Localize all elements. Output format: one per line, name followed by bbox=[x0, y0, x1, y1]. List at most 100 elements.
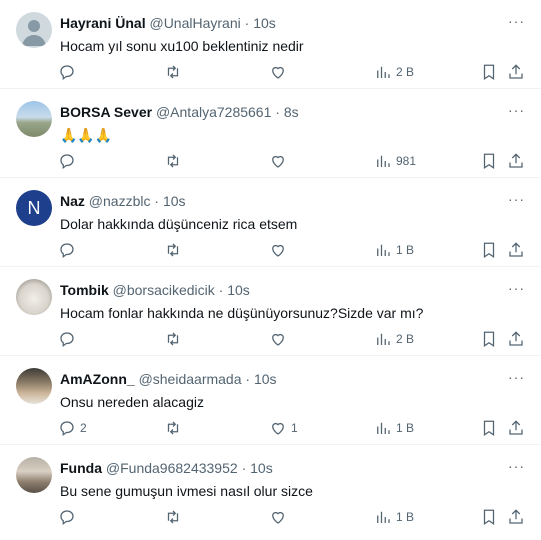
heart-icon bbox=[272, 244, 284, 257]
display-name[interactable]: Naz bbox=[60, 193, 85, 209]
repost-icon bbox=[167, 421, 179, 435]
more-options-icon[interactable]: ··· bbox=[508, 14, 525, 28]
user-handle[interactable]: @Antalya7285661 bbox=[156, 104, 271, 120]
more-options-icon[interactable]: ··· bbox=[508, 370, 525, 384]
more-options-icon[interactable]: ··· bbox=[508, 103, 525, 117]
separator-dot: · bbox=[154, 193, 160, 209]
bookmark-icon bbox=[483, 64, 495, 80]
share-icon bbox=[509, 153, 523, 168]
reply-button[interactable] bbox=[58, 507, 80, 527]
share-button[interactable] bbox=[507, 418, 525, 438]
tweet-item[interactable]: Tombik @borsacikedicik · 10s ··· Hocam f… bbox=[0, 267, 541, 356]
user-handle[interactable]: @nazzblc bbox=[89, 193, 151, 209]
reply-button[interactable]: 2 bbox=[58, 418, 87, 438]
tweet-header: Naz @nazzblc · 10s bbox=[60, 192, 186, 210]
timestamp[interactable]: 10s bbox=[250, 460, 273, 476]
tweet-text: Hocam fonlar hakkında ne düşünüyorsunuz?… bbox=[60, 305, 424, 321]
timestamp[interactable]: 10s bbox=[253, 15, 276, 31]
reply-button[interactable] bbox=[58, 151, 80, 171]
separator-dot: · bbox=[241, 460, 247, 476]
user-handle[interactable]: @Funda9682433952 bbox=[106, 460, 238, 476]
tweet-item[interactable]: N Naz @nazzblc · 10s ··· Dolar hakkında … bbox=[0, 178, 541, 267]
view-count: 1 B bbox=[396, 510, 415, 524]
views-button[interactable]: 1 B bbox=[374, 240, 414, 260]
views-button[interactable]: 1 B bbox=[374, 507, 414, 527]
reply-button[interactable] bbox=[58, 240, 80, 260]
bookmark-button[interactable] bbox=[480, 151, 498, 171]
repost-button[interactable] bbox=[164, 418, 182, 438]
share-icon bbox=[509, 242, 523, 257]
tweet-item[interactable]: BORSA Sever @Antalya7285661 · 8s ··· 🙏🙏🙏… bbox=[0, 89, 541, 178]
share-button[interactable] bbox=[507, 240, 525, 260]
reply-icon bbox=[60, 421, 74, 437]
more-options-icon[interactable]: ··· bbox=[508, 192, 525, 206]
bar-chart-icon bbox=[377, 422, 390, 434]
display-name[interactable]: AmAZonn_ bbox=[60, 371, 135, 387]
display-name[interactable]: Hayrani Ünal bbox=[60, 15, 146, 31]
view-count: 2 B bbox=[396, 332, 415, 346]
like-button[interactable] bbox=[269, 151, 291, 171]
view-count: 1 B bbox=[396, 421, 415, 435]
avatar[interactable] bbox=[16, 279, 52, 315]
repost-button[interactable] bbox=[164, 62, 182, 82]
more-options-icon[interactable]: ··· bbox=[508, 281, 525, 295]
like-button[interactable] bbox=[269, 240, 291, 260]
timestamp[interactable]: 10s bbox=[227, 282, 250, 298]
avatar[interactable] bbox=[16, 101, 52, 137]
views-button[interactable]: 981 bbox=[374, 151, 416, 171]
timestamp[interactable]: 10s bbox=[163, 193, 186, 209]
share-button[interactable] bbox=[507, 151, 525, 171]
repost-button[interactable] bbox=[164, 240, 182, 260]
views-button[interactable]: 1 B bbox=[374, 418, 414, 438]
like-count: 1 bbox=[291, 421, 298, 435]
display-name[interactable]: Tombik bbox=[60, 282, 109, 298]
user-handle[interactable]: @UnalHayrani bbox=[149, 15, 240, 31]
tweet-item[interactable]: Hayrani Ünal @UnalHayrani · 10s ··· Hoca… bbox=[0, 0, 541, 89]
user-handle[interactable]: @borsacikedicik bbox=[113, 282, 215, 298]
bookmark-button[interactable] bbox=[480, 62, 498, 82]
reply-count: 2 bbox=[80, 421, 87, 435]
views-button[interactable]: 2 B bbox=[374, 329, 414, 349]
like-button[interactable]: 1 bbox=[269, 418, 298, 438]
separator-dot: · bbox=[244, 15, 250, 31]
like-button[interactable] bbox=[269, 507, 291, 527]
repost-button[interactable] bbox=[164, 151, 182, 171]
bookmark-button[interactable] bbox=[480, 329, 498, 349]
display-name[interactable]: Funda bbox=[60, 460, 102, 476]
repost-button[interactable] bbox=[164, 329, 182, 349]
bookmark-button[interactable] bbox=[480, 507, 498, 527]
bookmark-button[interactable] bbox=[480, 418, 498, 438]
action-bar: 2 1 1 B bbox=[0, 418, 541, 438]
share-button[interactable] bbox=[507, 507, 525, 527]
heart-icon bbox=[272, 155, 284, 168]
repost-icon bbox=[167, 510, 179, 524]
bookmark-icon bbox=[483, 242, 495, 258]
more-options-icon[interactable]: ··· bbox=[508, 459, 525, 473]
heart-icon bbox=[272, 66, 284, 79]
avatar[interactable] bbox=[16, 12, 52, 48]
timestamp[interactable]: 8s bbox=[284, 104, 299, 120]
action-bar: 2 B bbox=[0, 62, 541, 82]
avatar[interactable] bbox=[16, 368, 52, 404]
display-name[interactable]: BORSA Sever bbox=[60, 104, 152, 120]
like-button[interactable] bbox=[269, 62, 291, 82]
reply-button[interactable] bbox=[58, 329, 80, 349]
tweet-text: 🙏🙏🙏 bbox=[60, 127, 113, 143]
bar-chart-icon bbox=[377, 333, 390, 345]
user-handle[interactable]: @sheidaarmada bbox=[139, 371, 242, 387]
tweet-text: Dolar hakkında düşünceniz rica etsem bbox=[60, 216, 298, 232]
like-button[interactable] bbox=[269, 329, 291, 349]
share-button[interactable] bbox=[507, 329, 525, 349]
reply-button[interactable] bbox=[58, 62, 80, 82]
avatar[interactable]: N bbox=[16, 190, 52, 226]
share-button[interactable] bbox=[507, 62, 525, 82]
views-button[interactable]: 2 B bbox=[374, 62, 414, 82]
tweet-item[interactable]: Funda @Funda9682433952 · 10s ··· Bu sene… bbox=[0, 445, 541, 534]
reply-icon bbox=[60, 332, 74, 348]
timestamp[interactable]: 10s bbox=[254, 371, 277, 387]
bookmark-button[interactable] bbox=[480, 240, 498, 260]
repost-button[interactable] bbox=[164, 507, 182, 527]
avatar[interactable] bbox=[16, 457, 52, 493]
tweet-item[interactable]: AmAZonn_ @sheidaarmada · 10s ··· Onsu ne… bbox=[0, 356, 541, 445]
action-bar: 2 B bbox=[0, 329, 541, 349]
